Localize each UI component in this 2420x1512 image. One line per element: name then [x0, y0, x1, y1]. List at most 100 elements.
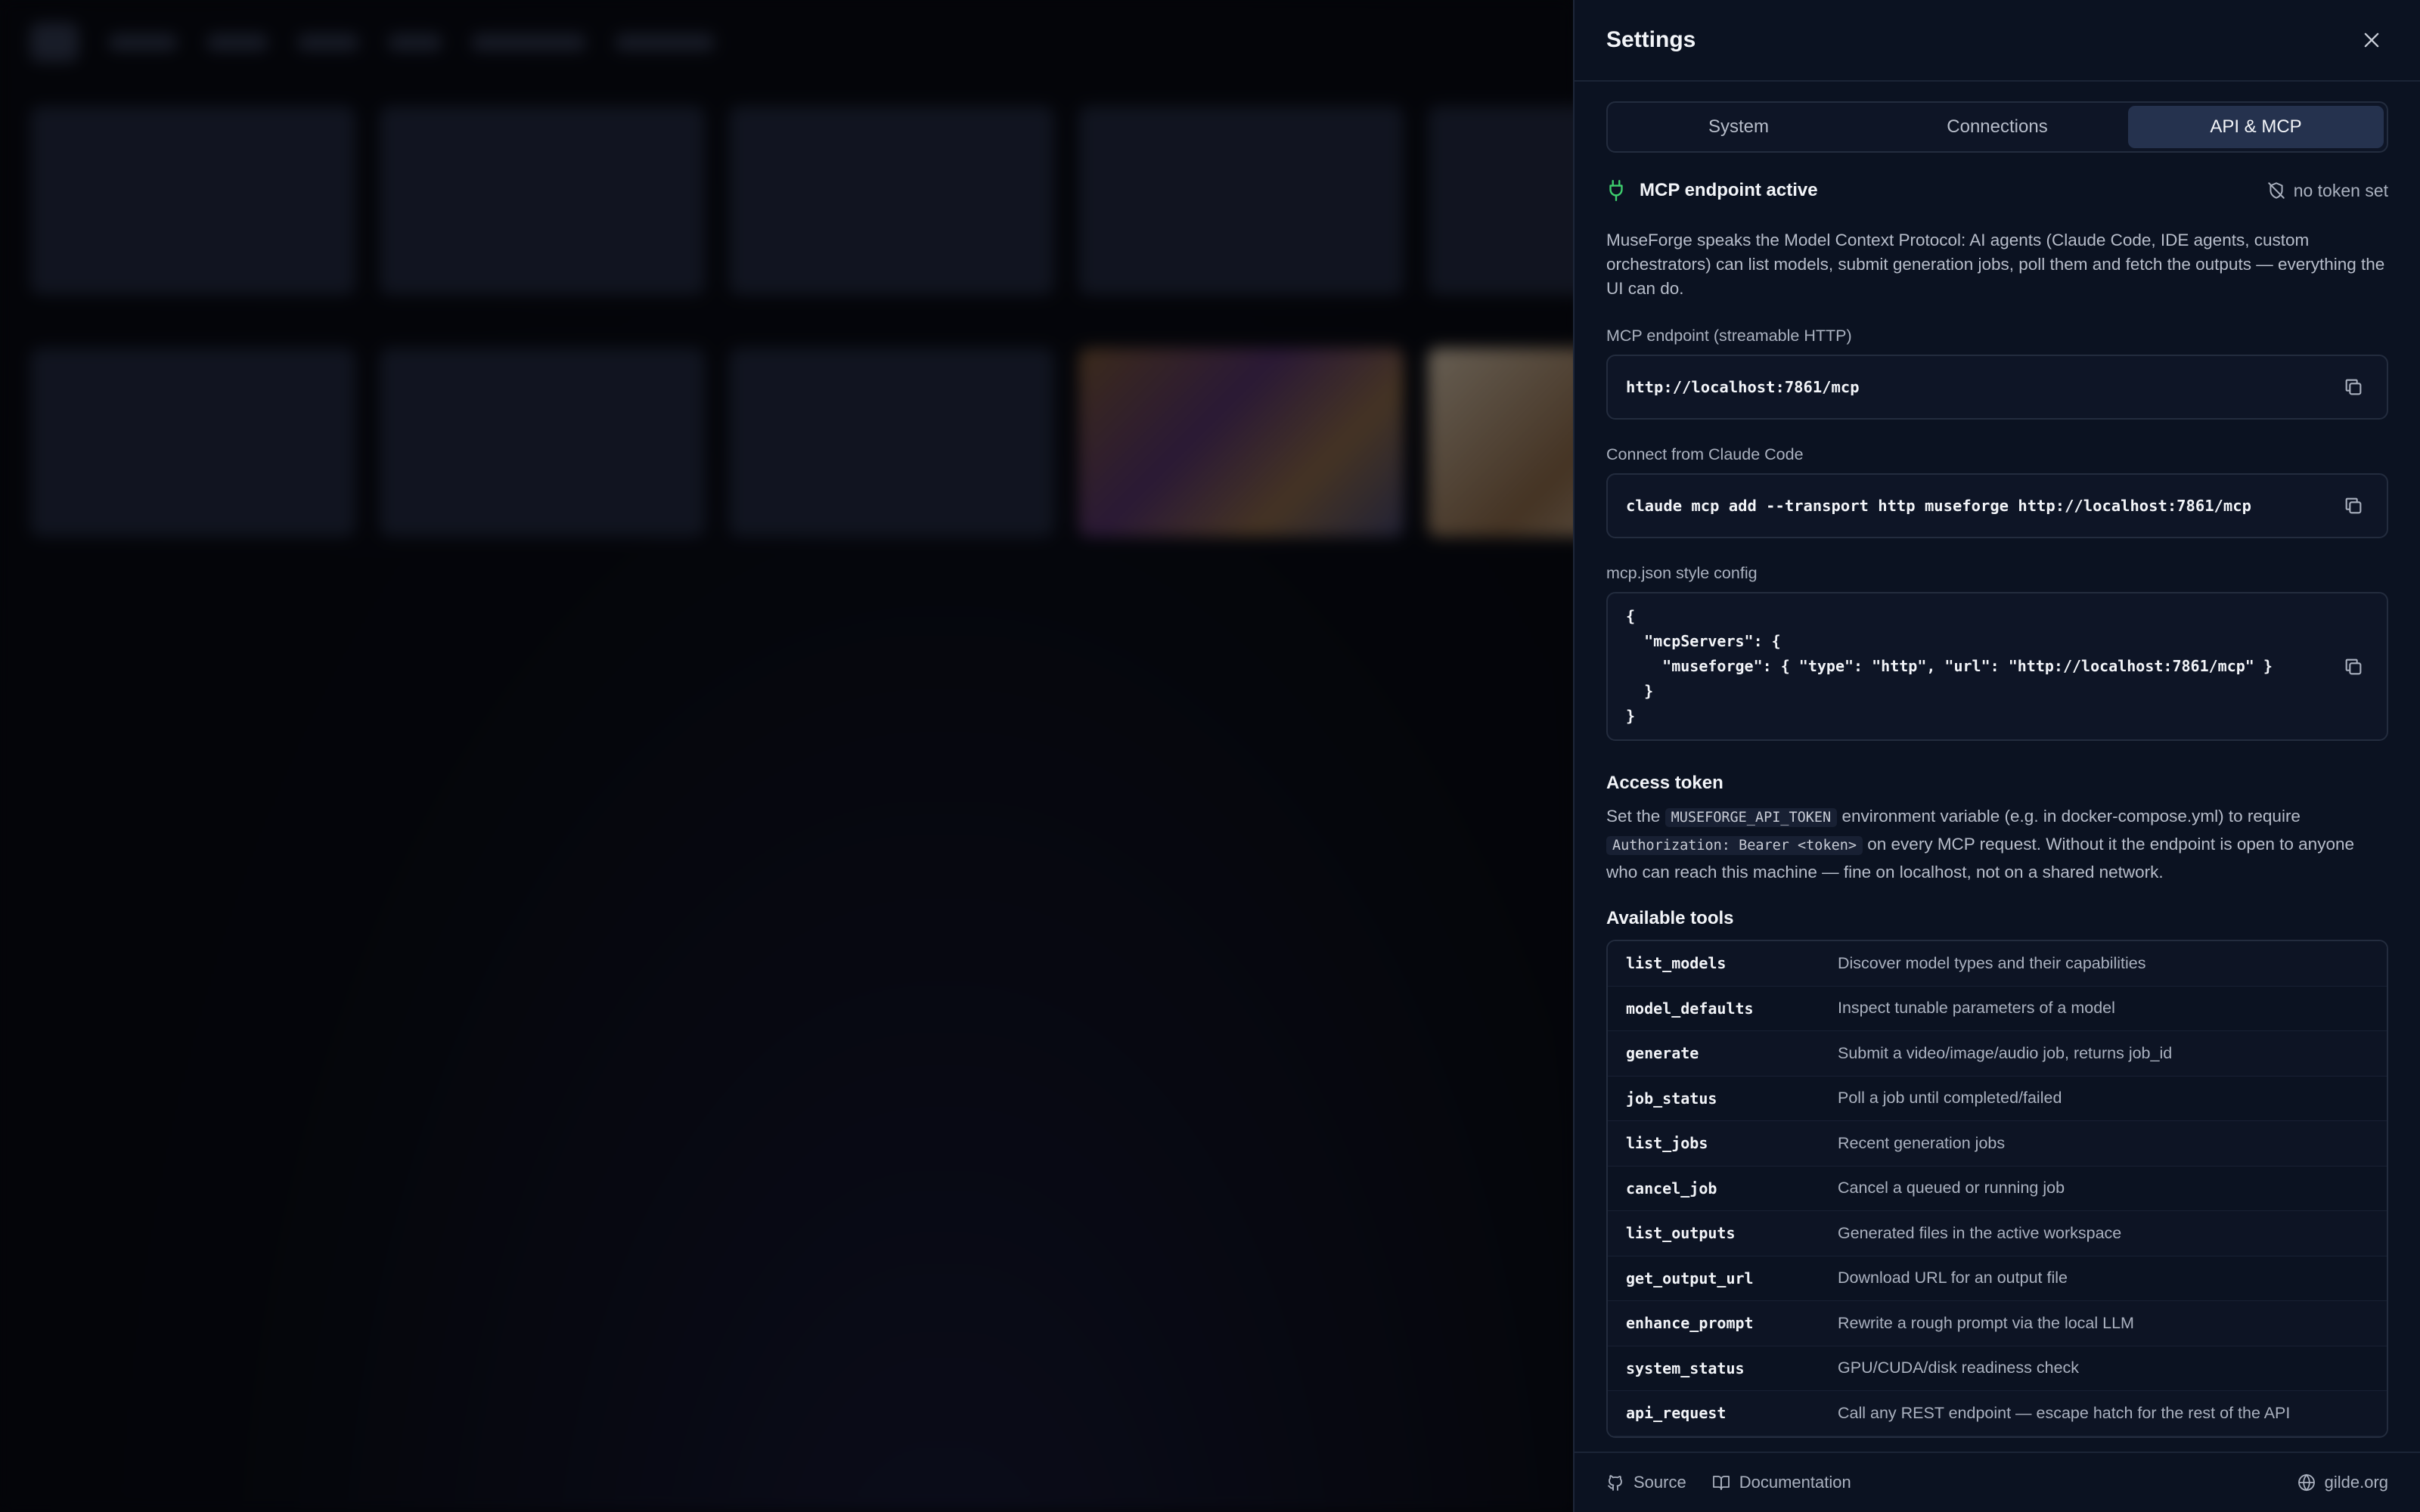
auth-header-code: Authorization: Bearer <token> — [1606, 836, 1863, 855]
claude-code-label: Connect from Claude Code — [1606, 445, 1804, 463]
background-card — [30, 106, 355, 295]
settings-title: Settings — [1606, 27, 1696, 52]
settings-body: System Connections API & MCP MCP endpoin… — [1575, 82, 2420, 1452]
endpoint-field: http://localhost:7861/mcp — [1606, 355, 2388, 420]
settings-header: Settings — [1575, 0, 2420, 82]
settings-footer: Source Documentation gilde.org — [1575, 1452, 2420, 1512]
tool-row: system_status GPU/CUDA/disk readiness che… — [1608, 1346, 2387, 1391]
json-config-field: { "mcpServers": { "museforge": { "type":… — [1606, 592, 2388, 741]
copy-endpoint-button[interactable] — [2338, 372, 2369, 402]
copy-icon — [2345, 497, 2362, 514]
endpoint-label: MCP endpoint (streamable HTTP) — [1606, 327, 1852, 345]
background-nav-pill — [616, 34, 714, 51]
copy-icon — [2345, 379, 2362, 395]
tool-description: Submit a video/image/audio job, returns … — [1838, 1043, 2173, 1062]
tool-description: Poll a job until completed/failed — [1838, 1089, 2062, 1108]
background-topbar — [30, 23, 1528, 62]
background-gallery — [30, 106, 1753, 537]
tool-description: Cancel a queued or running job — [1838, 1179, 2065, 1198]
settings-tabs: System Connections API & MCP — [1606, 101, 2388, 153]
background-nav-pill — [207, 34, 268, 51]
tool-name: list_models — [1626, 954, 1727, 973]
token-status: no token set — [2266, 181, 2388, 201]
claude-code-command[interactable]: claude mcp add --transport http museforg… — [1626, 497, 2251, 515]
plug-icon — [1609, 179, 1623, 202]
tool-description: Call any REST endpoint — escape hatch fo… — [1838, 1403, 2291, 1422]
background-nav-pill — [298, 34, 358, 51]
close-button[interactable] — [2355, 23, 2388, 57]
background-card — [1078, 106, 1404, 295]
footer-links: Source Documentation — [1606, 1473, 1851, 1492]
tool-row: list_outputs Generated files in the activ… — [1608, 1211, 2387, 1256]
tab-system[interactable]: System — [1611, 106, 1866, 148]
tools-title: Available tools — [1606, 908, 1734, 928]
tool-name: list_jobs — [1626, 1134, 1708, 1153]
background-card — [380, 348, 705, 537]
endpoint-value[interactable]: http://localhost:7861/mcp — [1626, 378, 1860, 396]
tool-row: cancel_job Cancel a queued or running job — [1608, 1166, 2387, 1211]
tools-table: list_models Discover model types and thei… — [1606, 940, 2388, 1438]
tool-row: list_models Discover model types and thei… — [1608, 941, 2387, 987]
copy-icon — [2345, 658, 2362, 674]
claude-code-field: claude mcp add --transport http museforg… — [1606, 473, 2388, 538]
tool-row: get_output_url Download URL for an output… — [1608, 1256, 2387, 1301]
token-text-part: environment variable (e.g. in docker-com… — [1837, 807, 2301, 826]
tool-description: GPU/CUDA/disk readiness check — [1838, 1359, 2080, 1377]
tool-name: generate — [1626, 1044, 1699, 1063]
access-token-description: Set the MUSEFORGE_API_TOKEN environment … — [1606, 803, 2388, 885]
website-link[interactable]: gilde.org — [2297, 1473, 2388, 1492]
background-card — [380, 106, 705, 295]
source-label: Source — [1634, 1473, 1686, 1492]
settings-panel: Settings System Connections API & MCP MC… — [1573, 0, 2420, 1512]
env-var-code: MUSEFORGE_API_TOKEN — [1665, 808, 1838, 827]
background-app — [0, 0, 1753, 1512]
close-icon — [2364, 33, 2379, 48]
tool-row: model_defaults Inspect tunable parameters… — [1608, 986, 2387, 1031]
documentation-label: Documentation — [1739, 1473, 1851, 1492]
tab-api-mcp[interactable]: API & MCP — [2128, 106, 2384, 148]
tool-row: list_jobs Recent generation jobs — [1608, 1121, 2387, 1167]
tool-name: list_outputs — [1626, 1224, 1736, 1243]
globe-icon — [2297, 1473, 2315, 1492]
tool-name: api_request — [1626, 1404, 1727, 1423]
json-config-value[interactable]: { "mcpServers": { "museforge": { "type":… — [1626, 593, 2273, 739]
tool-description: Discover model types and their capabilit… — [1838, 953, 2146, 972]
tool-description: Inspect tunable parameters of a model — [1838, 999, 2115, 1018]
tool-name: job_status — [1626, 1089, 1717, 1108]
tool-name: system_status — [1626, 1359, 1745, 1377]
background-nav-pill — [109, 34, 177, 51]
tool-description: Rewrite a rough prompt via the local LLM — [1838, 1313, 2134, 1332]
tab-connections[interactable]: Connections — [1869, 106, 2125, 148]
mcp-description: MuseForge speaks the Model Context Proto… — [1606, 231, 2385, 298]
book-icon — [1712, 1476, 1730, 1490]
tool-description: Recent generation jobs — [1838, 1133, 2006, 1152]
background-nav-pill — [389, 34, 442, 51]
tool-row: generate Submit a video/image/audio job, … — [1608, 1031, 2387, 1077]
background-card — [729, 106, 1054, 295]
source-link[interactable]: Source — [1606, 1473, 1686, 1492]
documentation-link[interactable]: Documentation — [1712, 1473, 1851, 1492]
tool-row: api_request Call any REST endpoint — esca… — [1608, 1391, 2387, 1436]
background-nav-pill — [472, 34, 585, 51]
json-config-label: mcp.json style config — [1606, 564, 1758, 582]
tool-description: Download URL for an output file — [1838, 1269, 2068, 1287]
tool-name: cancel_job — [1626, 1179, 1717, 1198]
mcp-status-row: MCP endpoint active no token set — [1606, 175, 2388, 206]
background-logo — [30, 23, 79, 62]
copy-json-config-button[interactable] — [2338, 652, 2369, 682]
website-label: gilde.org — [2324, 1473, 2388, 1492]
token-status-text: no token set — [2293, 180, 2388, 200]
tool-name: model_defaults — [1626, 999, 1754, 1018]
github-icon — [1608, 1475, 1622, 1491]
mcp-status: MCP endpoint active — [1606, 179, 1818, 202]
background-card — [1078, 348, 1404, 537]
background-card — [729, 348, 1054, 537]
copy-claude-command-button[interactable] — [2338, 491, 2369, 521]
shield-off-icon — [2267, 182, 2285, 199]
mcp-status-text: MCP endpoint active — [1640, 180, 1818, 200]
tool-row: enhance_prompt Rewrite a rough prompt via… — [1608, 1301, 2387, 1346]
tool-row: job_status Poll a job until completed/fai… — [1608, 1076, 2387, 1121]
access-token-title: Access token — [1606, 773, 1723, 793]
tool-description: Generated files in the active workspace — [1838, 1223, 2122, 1242]
tool-name: get_output_url — [1626, 1269, 1754, 1287]
